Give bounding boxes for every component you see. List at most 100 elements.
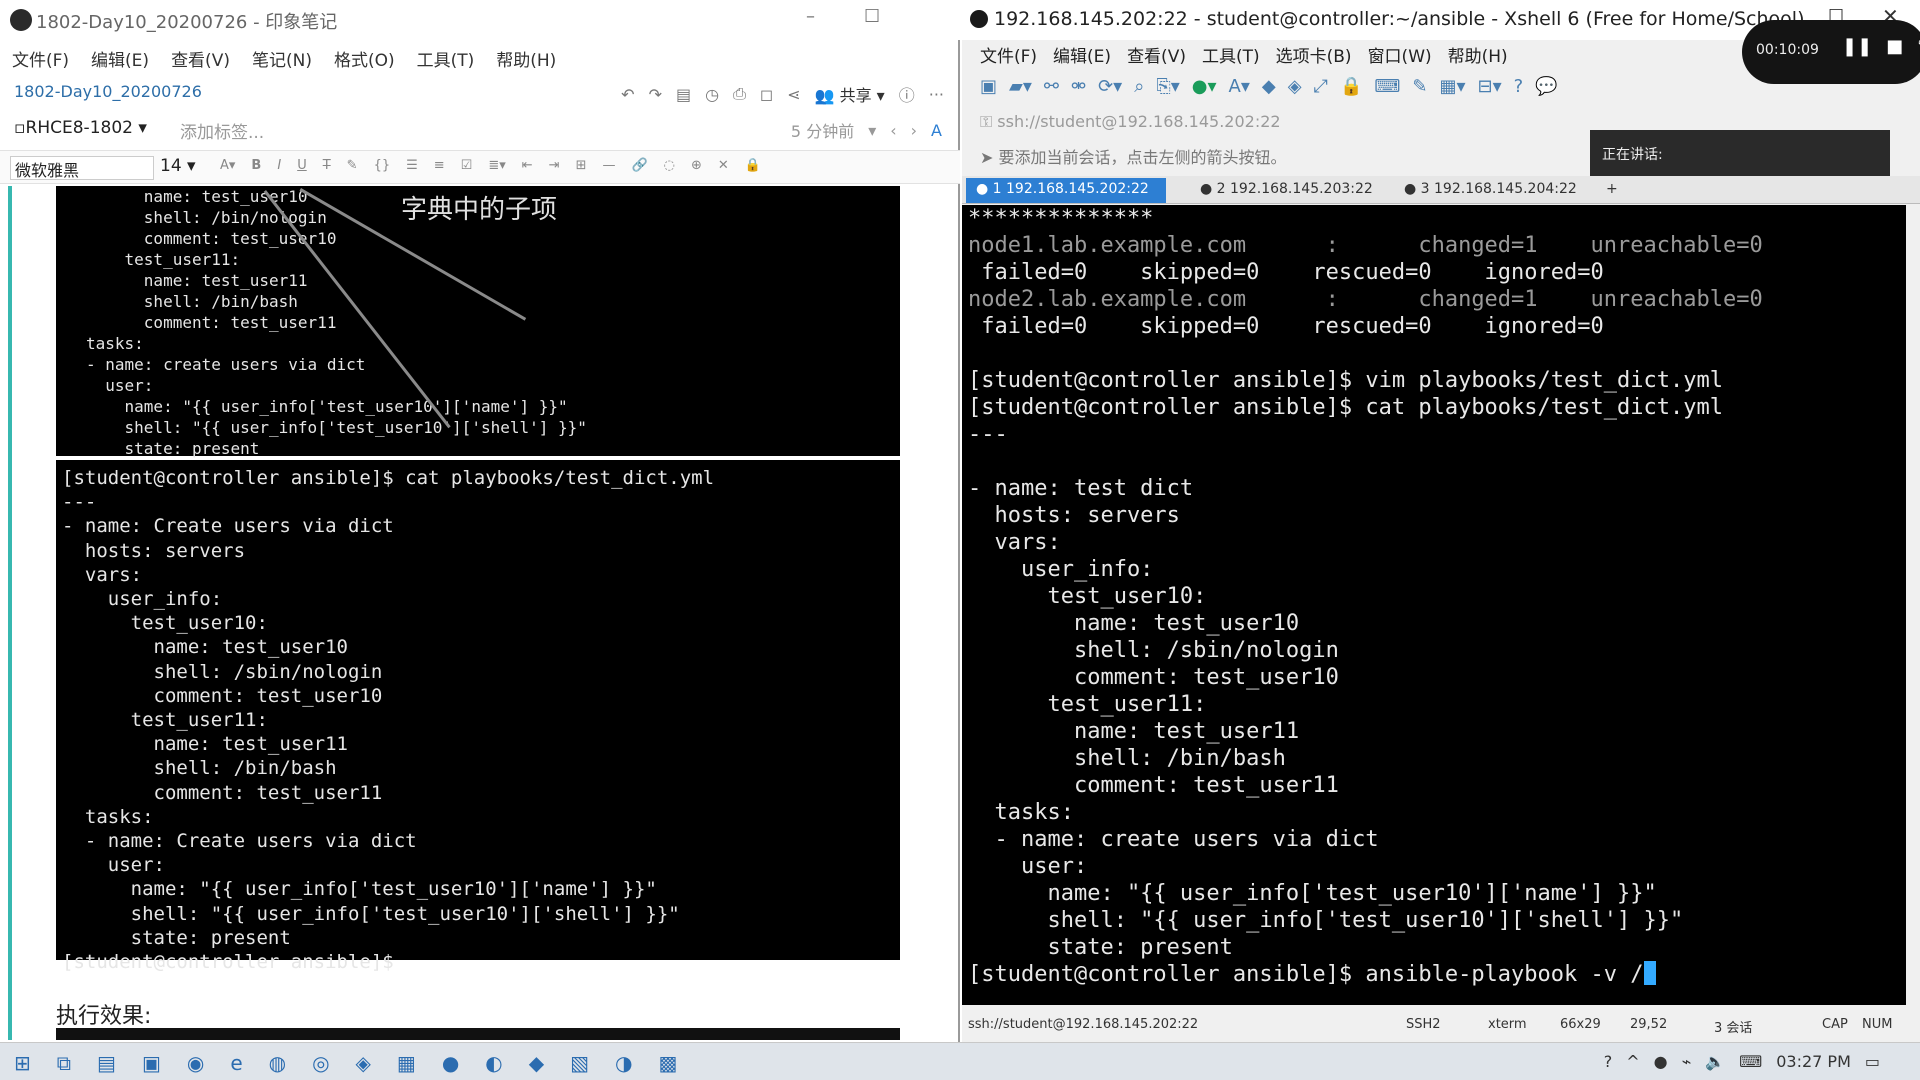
text-format-icon[interactable]: A (931, 121, 942, 140)
start-icon[interactable]: ⊞ (14, 1051, 31, 1075)
script-icon[interactable]: ✎ (1412, 76, 1427, 97)
app-icon[interactable]: ▤ (97, 1051, 116, 1075)
xmanager-icon[interactable]: ◈ (1288, 76, 1302, 97)
menu-file[interactable]: 文件(F) (980, 42, 1037, 67)
menu-format[interactable]: 格式(O) (334, 46, 395, 71)
tray-app-icon[interactable]: ● (1654, 1052, 1668, 1071)
maximize-icon[interactable]: ☐ (864, 6, 880, 27)
menu-edit[interactable]: 编辑(E) (91, 46, 149, 71)
globe-icon[interactable]: ●▾ (1192, 76, 1217, 97)
help-icon[interactable]: ? (1514, 76, 1524, 97)
xftp-icon[interactable]: ◆ (1262, 76, 1276, 97)
attach-icon[interactable]: ⊕ (691, 158, 702, 173)
app-icon[interactable]: ▩ (658, 1051, 677, 1075)
layout-icon[interactable]: ▦▾ (1439, 76, 1465, 97)
indent-icon[interactable]: ⇥ (549, 158, 560, 173)
redo-icon[interactable]: ↷ (649, 85, 662, 104)
copy-icon[interactable]: ⎘▾ (1156, 76, 1179, 97)
more-icon[interactable]: ··· (929, 85, 944, 104)
underline-icon[interactable]: U (297, 158, 307, 173)
app-icon[interactable]: ▧ (570, 1051, 589, 1075)
note-title[interactable]: 1802-Day10_20200726 (14, 82, 202, 101)
lock-icon[interactable]: 🔒 (745, 158, 761, 173)
app-icon[interactable]: ◍ (269, 1051, 286, 1075)
network-icon[interactable]: ⌁ (1682, 1052, 1692, 1071)
new-tab-icon[interactable]: + (1602, 178, 1626, 203)
table-icon[interactable]: ⊞ (576, 158, 587, 173)
menu-note[interactable]: 笔记(N) (252, 46, 312, 71)
print-icon[interactable]: ⎙ (733, 84, 746, 104)
help-icon[interactable]: ? (1604, 1052, 1613, 1071)
prev-note-icon[interactable]: ‹ (890, 121, 896, 140)
task-view-icon[interactable]: ⧉ (57, 1051, 71, 1075)
menu-help[interactable]: 帮助(H) (496, 46, 556, 71)
stop-icon[interactable]: ■ (1886, 36, 1903, 57)
undo-icon[interactable]: ↶ (621, 85, 634, 104)
menu-file[interactable]: 文件(F) (12, 46, 69, 71)
menu-tools[interactable]: 工具(T) (1202, 42, 1260, 67)
align-icon[interactable]: ≣▾ (488, 158, 505, 173)
tip-icon[interactable]: ◌ (664, 158, 675, 173)
outdent-icon[interactable]: ⇤ (522, 158, 533, 173)
edge-icon[interactable]: e (230, 1051, 242, 1075)
find-icon[interactable]: ⌕ (1134, 76, 1144, 97)
app-icon[interactable]: ◎ (312, 1051, 329, 1075)
volume-icon[interactable]: 🔈 (1705, 1052, 1725, 1071)
app-icon[interactable]: ◆ (529, 1051, 544, 1075)
comment-icon[interactable]: ◻ (760, 85, 773, 104)
presentation-icon[interactable]: ▤ (676, 85, 691, 104)
code-icon[interactable]: {} (374, 158, 391, 173)
menu-window[interactable]: 窗口(W) (1368, 42, 1432, 67)
lock-icon[interactable]: 🔒 (1340, 76, 1362, 97)
font-size-select[interactable]: 14 ▾ (160, 156, 206, 180)
reconnect-icon[interactable]: ⟳▾ (1098, 76, 1122, 97)
text-color-icon[interactable]: A▾ (220, 158, 235, 173)
note-body[interactable]: name: test_user10 shell: /bin/nologin co… (8, 186, 950, 1040)
reminder-icon[interactable]: ◷ (705, 85, 719, 104)
open-folder-icon[interactable]: ▰▾ (1009, 76, 1032, 97)
divider-icon[interactable]: — (602, 158, 615, 173)
app-icon[interactable]: ▦ (397, 1051, 416, 1075)
terminal-output[interactable]: ************** node1.lab.example.com : ch… (962, 205, 1906, 1005)
connect-icon[interactable]: ⚯ (1044, 76, 1059, 97)
pause-icon[interactable]: ❚❚ (1842, 36, 1872, 57)
minimize-icon[interactable]: – (806, 6, 815, 27)
disconnect-icon[interactable]: ⚮ (1071, 76, 1086, 97)
ime-icon[interactable]: ⌨ (1739, 1052, 1762, 1071)
app-icon[interactable]: ◉ (187, 1051, 204, 1075)
app-icon[interactable]: ◑ (615, 1051, 632, 1075)
app-icon[interactable]: ▣ (142, 1051, 161, 1075)
link-icon[interactable]: 🔗 (631, 158, 647, 173)
notebook-selector[interactable]: ▫RHCE8-1802 ▾ (14, 118, 147, 138)
menu-view[interactable]: 查看(V) (171, 46, 230, 71)
highlight-icon[interactable]: ✎ (347, 158, 358, 173)
strikethrough-icon[interactable]: T (323, 158, 331, 173)
chat-icon[interactable]: 💬 (1535, 76, 1557, 97)
terminal-scrollbar[interactable] (1906, 205, 1920, 1005)
share-link-icon[interactable]: ⋖ (787, 85, 800, 104)
font-icon[interactable]: A▾ (1229, 76, 1250, 97)
new-session-icon[interactable]: ▣ (980, 76, 997, 97)
menu-view[interactable]: 查看(V) (1127, 42, 1186, 67)
fullscreen-icon[interactable]: ⤢ (1314, 76, 1328, 97)
notification-icon[interactable]: ▭ (1865, 1052, 1880, 1071)
font-family-select[interactable]: 微软雅黑 (10, 156, 154, 180)
info-icon[interactable]: ⓘ (899, 82, 915, 106)
clear-format-icon[interactable]: ✕ (718, 158, 729, 173)
next-note-icon[interactable]: › (911, 121, 917, 140)
menu-edit[interactable]: 编辑(E) (1053, 42, 1111, 67)
app-icon[interactable]: ◐ (485, 1051, 502, 1075)
tile-icon[interactable]: ⊟▾ (1478, 76, 1502, 97)
menu-tabs[interactable]: 选项卡(B) (1276, 42, 1352, 67)
checkbox-icon[interactable]: ☑ (461, 158, 473, 173)
share-button[interactable]: 👥 共享 ▾ (815, 82, 885, 106)
app-icon[interactable]: ◈ (356, 1051, 371, 1075)
address-bar[interactable]: ⚿ ssh://student@192.168.145.202:22 (980, 112, 1281, 132)
number-list-icon[interactable]: ≡ (434, 158, 445, 173)
bullet-list-icon[interactable]: ☰ (406, 158, 418, 173)
bold-icon[interactable]: B (251, 158, 261, 173)
app-icon[interactable]: ● (442, 1051, 459, 1075)
add-tag-field[interactable]: 添加标签... (180, 118, 264, 143)
keyboard-icon[interactable]: ⌨ (1374, 76, 1400, 97)
tab-session-3[interactable]: ● 3 192.168.145.204:22 (1394, 178, 1584, 203)
